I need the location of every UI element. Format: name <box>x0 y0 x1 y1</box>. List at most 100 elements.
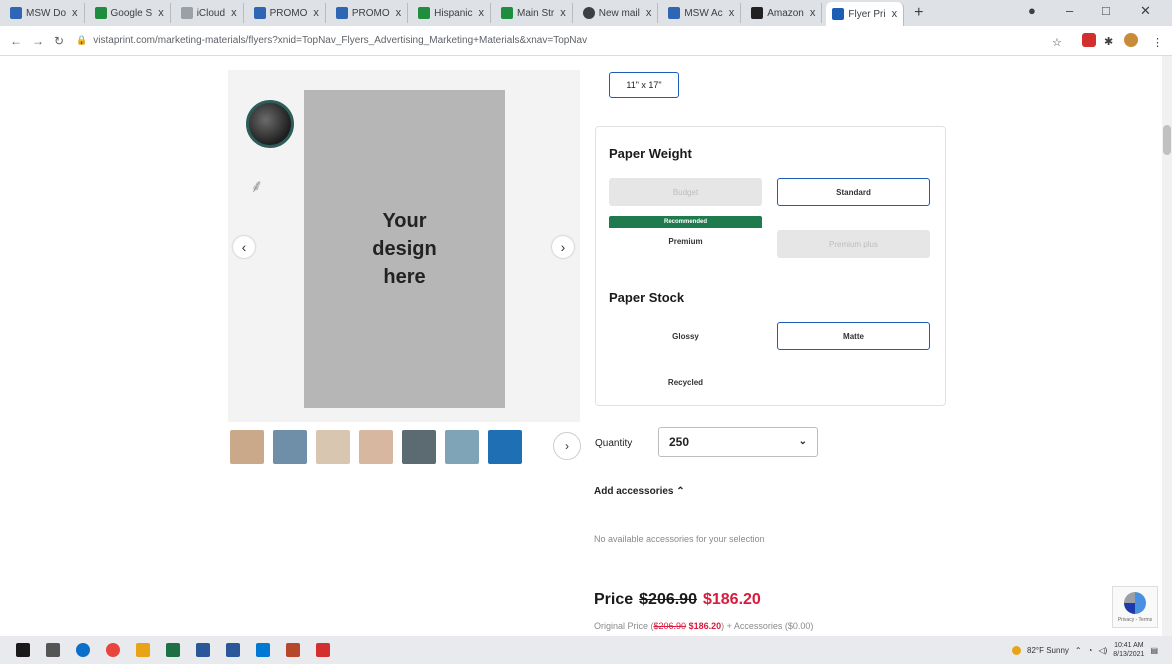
docs-icon <box>253 7 266 19</box>
minimize-icon[interactable]: – <box>1066 3 1073 18</box>
acrobat-icon[interactable] <box>316 643 330 657</box>
paper-stock-recycled[interactable]: Recycled <box>609 368 762 396</box>
preview-next-button[interactable]: › <box>552 236 574 258</box>
thumbnail-next-button[interactable]: › <box>553 432 581 460</box>
thumbnail[interactable] <box>359 430 393 464</box>
thumbnail-strip <box>230 430 522 464</box>
recommended-badge: Recommended <box>609 216 762 228</box>
thumbnail[interactable] <box>488 430 522 464</box>
clock[interactable]: 10:41 AM 8/13/2021 <box>1113 641 1144 659</box>
close-icon[interactable]: x <box>892 8 898 20</box>
weather-text[interactable]: 82°F Sunny <box>1027 646 1069 655</box>
browser-tab[interactable]: Main Str x <box>495 3 573 23</box>
browser-tab[interactable]: Hispanic x <box>412 3 491 23</box>
browser-tab[interactable]: PROMO x <box>330 3 409 23</box>
word-icon[interactable] <box>226 643 240 657</box>
profile-icon[interactable]: ● <box>1028 3 1036 18</box>
volume-icon[interactable]: ◁) <box>1098 646 1107 655</box>
file-explorer-icon[interactable] <box>136 643 150 657</box>
browser-tab[interactable]: New mail x <box>577 3 659 23</box>
paper-weight-premium-plus: Premium plus <box>777 230 930 258</box>
os-taskbar: 82°F Sunny ⌃ ◔ ◁) 10:41 AM 8/13/2021 ▤ <box>0 636 1172 664</box>
start-icon[interactable] <box>16 643 30 657</box>
close-icon[interactable]: x <box>72 7 78 19</box>
quantity-select[interactable]: 250 ⌄ <box>658 427 818 457</box>
recaptcha-badge[interactable]: Privacy - Terms <box>1112 586 1158 628</box>
extensions-puzzle-icon[interactable]: ✱ <box>1104 35 1113 48</box>
no-accessories-message: No available accessories for your select… <box>594 534 765 544</box>
add-accessories-toggle[interactable]: Add accessories ⌃ <box>594 486 685 497</box>
weather-icon[interactable] <box>1012 645 1022 655</box>
paper-weight-premium[interactable]: Premium <box>609 228 762 254</box>
original-price: $206.90 <box>639 591 697 608</box>
paper-stock-heading: Paper Stock <box>609 290 685 305</box>
new-tab-button[interactable]: + <box>914 4 923 22</box>
chrome-icon[interactable] <box>106 643 120 657</box>
docs-icon <box>335 7 348 19</box>
product-page: ⸙ Your design here ‹ › › 11" x 17" Paper… <box>0 56 1172 636</box>
browser-tab-strip: MSW Do x Google Sx iCloud x PROMO x PROMO x … <box>0 0 1172 26</box>
close-icon[interactable]: x <box>810 7 816 19</box>
tray-overflow-icon[interactable]: ⌃ <box>1075 646 1082 655</box>
close-icon[interactable]: x <box>646 7 652 19</box>
docs-icon <box>668 7 681 19</box>
notification-icon[interactable]: ▤ <box>1150 646 1158 655</box>
size-option-selected[interactable]: 11" x 17" <box>609 72 679 98</box>
thumbnail[interactable] <box>230 430 264 464</box>
thumbnail[interactable] <box>445 430 479 464</box>
network-icon[interactable]: ◔ <box>1088 646 1093 655</box>
maximize-icon[interactable]: □ <box>1102 3 1110 18</box>
back-icon[interactable]: ← <box>10 34 22 48</box>
browser-tab[interactable]: MSW Do x <box>4 3 85 23</box>
bookmark-star-icon[interactable]: ☆ <box>1052 36 1062 49</box>
browser-tab[interactable]: iCloud x <box>175 3 244 23</box>
lock-icon: 🔒 <box>76 35 88 45</box>
address-bar-row: ← → ↻ 🔒 vistaprint.com/marketing-materia… <box>0 26 1172 56</box>
access-icon[interactable] <box>286 643 300 657</box>
paper-weight-budget: Budget <box>609 178 762 206</box>
browser-tab-active[interactable]: Flyer Pri x <box>826 2 905 26</box>
word-icon[interactable] <box>196 643 210 657</box>
browser-menu-icon[interactable]: ⋮ <box>1152 36 1163 49</box>
edge-icon[interactable] <box>76 643 90 657</box>
quantity-label: Quantity <box>595 438 633 449</box>
close-icon[interactable]: x <box>231 7 237 19</box>
sheets-icon <box>418 7 431 19</box>
sheets-icon <box>500 7 513 19</box>
browser-tab[interactable]: MSW Ac x <box>662 3 742 23</box>
window-close-icon[interactable]: ✕ <box>1140 3 1151 19</box>
task-view-icon[interactable] <box>46 643 60 657</box>
browser-tab[interactable]: Amazon x <box>745 3 823 23</box>
close-icon[interactable]: x <box>313 7 319 19</box>
preview-prev-button[interactable]: ‹ <box>233 236 255 258</box>
thumbnail[interactable] <box>273 430 307 464</box>
close-icon[interactable]: x <box>560 7 566 19</box>
url-field[interactable]: 🔒 vistaprint.com/marketing-materials/fly… <box>76 35 587 46</box>
close-icon[interactable]: x <box>396 7 402 19</box>
logo-placeholder <box>246 100 294 148</box>
chevron-up-icon: ⌃ <box>676 486 685 497</box>
flyer-preview: Your design here <box>304 90 505 408</box>
close-icon[interactable]: x <box>729 7 735 19</box>
paper-stock-glossy[interactable]: Glossy <box>609 322 762 350</box>
vistaprint-icon <box>832 8 845 20</box>
paper-weight-standard[interactable]: Standard <box>777 178 930 206</box>
chevron-down-icon: ⌄ <box>798 436 807 447</box>
scrollbar-thumb[interactable] <box>1163 125 1171 155</box>
paper-stock-matte[interactable]: Matte <box>777 322 930 350</box>
thumbnail[interactable] <box>316 430 350 464</box>
teams-icon[interactable] <box>256 643 270 657</box>
price-breakdown: Original Price ($206.90 $186.20) + Acces… <box>594 621 814 631</box>
sheets-icon <box>94 7 107 19</box>
forward-icon[interactable]: → <box>32 34 44 48</box>
thumbnail[interactable] <box>402 430 436 464</box>
browser-tab[interactable]: Google Sx <box>89 3 171 23</box>
excel-icon[interactable] <box>166 643 180 657</box>
close-icon[interactable]: x <box>478 7 484 19</box>
profile-avatar-icon[interactable] <box>1124 33 1138 47</box>
mail-icon <box>582 7 595 19</box>
browser-tab[interactable]: PROMO x <box>248 3 326 23</box>
close-icon[interactable]: x <box>158 7 164 19</box>
extension-icon[interactable] <box>1082 33 1096 47</box>
reload-icon[interactable]: ↻ <box>54 34 64 48</box>
